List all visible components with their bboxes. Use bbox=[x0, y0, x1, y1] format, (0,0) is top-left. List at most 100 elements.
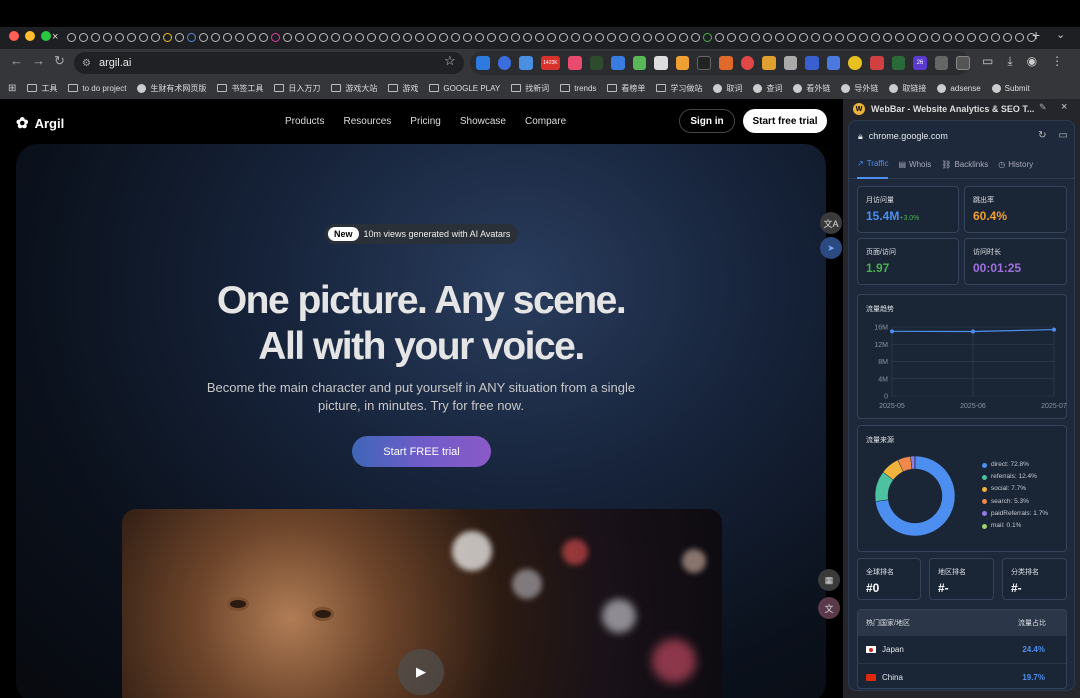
tab-favicon-icon[interactable] bbox=[427, 32, 437, 42]
forward-icon[interactable]: → bbox=[32, 53, 45, 68]
extension-icon[interactable] bbox=[632, 56, 647, 70]
tab-favicon-icon[interactable] bbox=[295, 32, 305, 42]
tab-favicon-icon[interactable] bbox=[319, 32, 329, 42]
data-point[interactable] bbox=[1052, 327, 1056, 332]
badge-extension-icon[interactable]: 1423K bbox=[540, 56, 561, 70]
tab-favicon-icon[interactable] bbox=[703, 32, 713, 42]
extension-icon[interactable] bbox=[891, 56, 906, 70]
download-icon[interactable]: ⤓ bbox=[1007, 54, 1012, 69]
tab-favicon-icon[interactable] bbox=[571, 32, 581, 42]
puzzle-icon[interactable] bbox=[934, 56, 949, 70]
tab-favicon-icon[interactable] bbox=[739, 32, 749, 42]
nav-showcase[interactable]: Showcase bbox=[460, 116, 506, 127]
extension-icon[interactable] bbox=[870, 56, 884, 70]
tab-favicon-icon[interactable] bbox=[667, 32, 677, 42]
tab-favicon-icon[interactable] bbox=[343, 32, 353, 42]
tab-favicon-icon[interactable] bbox=[619, 32, 629, 42]
tab-favicon-icon[interactable] bbox=[859, 32, 869, 42]
tab-favicon-icon[interactable] bbox=[655, 32, 665, 42]
tab-favicon-icon[interactable] bbox=[151, 32, 161, 42]
tab-favicon-icon[interactable] bbox=[535, 32, 545, 42]
tab-favicon-icon[interactable] bbox=[163, 32, 173, 42]
extension-icon[interactable] bbox=[654, 56, 668, 70]
close-tab-icon[interactable]: × bbox=[52, 31, 58, 43]
nav-pricing[interactable]: Pricing bbox=[410, 116, 441, 127]
extension-icon[interactable] bbox=[826, 56, 841, 70]
extension-icon[interactable] bbox=[783, 56, 798, 70]
translate-icon[interactable]: 文A bbox=[820, 212, 842, 234]
extension-icon[interactable] bbox=[740, 56, 755, 70]
tab-favicon-icon[interactable] bbox=[775, 32, 785, 42]
tab-favicon-icon[interactable] bbox=[355, 32, 365, 42]
tab-favicon-icon[interactable] bbox=[799, 32, 809, 42]
address-bar[interactable]: ⚙ argil.ai bbox=[74, 52, 464, 74]
nav-products[interactable]: Products bbox=[285, 116, 324, 127]
tab-favicon-icon[interactable] bbox=[895, 32, 905, 42]
extension-icon[interactable] bbox=[762, 56, 776, 70]
tab-favicon-icon[interactable] bbox=[499, 32, 509, 42]
profile-avatar[interactable]: ◉ bbox=[1027, 54, 1037, 69]
tab-favicon-icon[interactable] bbox=[883, 32, 893, 42]
tab-favicon-icon[interactable] bbox=[487, 32, 497, 42]
table-row[interactable]: Japan 24.4% bbox=[858, 636, 1066, 664]
bookmark-item[interactable]: 看外链 bbox=[793, 83, 830, 94]
site-info-icon[interactable]: ⚙ bbox=[82, 58, 91, 69]
tab-favicon-icon[interactable] bbox=[751, 32, 761, 42]
qr-icon[interactable]: ▦ bbox=[818, 569, 840, 591]
side-panel-icon[interactable] bbox=[956, 56, 970, 70]
tab-favicon-icon[interactable] bbox=[223, 32, 233, 42]
menu-icon[interactable]: ⋮ bbox=[1051, 54, 1063, 69]
bookmark-item[interactable]: 导外链 bbox=[841, 83, 878, 94]
tab-favicon-icon[interactable] bbox=[91, 32, 101, 42]
nav-compare[interactable]: Compare bbox=[525, 116, 566, 127]
bookmark-item[interactable]: Submit bbox=[991, 83, 1030, 93]
bookmark-item[interactable]: trends bbox=[560, 84, 596, 93]
tab-favicon-icon[interactable] bbox=[367, 32, 377, 42]
bookmark-item[interactable]: 工具 bbox=[27, 83, 57, 94]
tab-favicon-icon[interactable] bbox=[439, 32, 449, 42]
tab-favicon-icon[interactable] bbox=[727, 32, 737, 42]
tab-favicon-icon[interactable] bbox=[679, 32, 689, 42]
bookmark-star-icon[interactable]: ☆ bbox=[444, 53, 456, 69]
tab-favicon-icon[interactable] bbox=[907, 32, 917, 42]
tab-favicon-icon[interactable] bbox=[187, 32, 197, 42]
nav-resources[interactable]: Resources bbox=[343, 116, 391, 127]
tab-favicon-icon[interactable] bbox=[715, 32, 725, 42]
back-icon[interactable]: ← bbox=[10, 53, 23, 68]
tab-favicon-icon[interactable] bbox=[547, 32, 557, 42]
tab-favicon-icon[interactable] bbox=[403, 32, 413, 42]
tab-favicon-icon[interactable] bbox=[271, 32, 281, 42]
tab-favicon-icon[interactable] bbox=[691, 32, 701, 42]
tab-favicon-icon[interactable] bbox=[127, 32, 137, 42]
tab-favicon-icon[interactable] bbox=[103, 32, 113, 42]
bookmark-item[interactable]: 取词 bbox=[713, 83, 742, 94]
bookmark-item[interactable]: 查词 bbox=[753, 83, 782, 94]
extension-icon[interactable] bbox=[497, 56, 512, 70]
play-icon[interactable]: ▶ bbox=[398, 649, 444, 695]
bookmark-item[interactable]: 生财有术网页版 bbox=[137, 83, 206, 94]
tab-favicon-icon[interactable] bbox=[79, 32, 89, 42]
brand-logo[interactable]: ✿ Argil bbox=[16, 114, 64, 132]
pin-icon[interactable]: ✎ bbox=[1039, 102, 1047, 113]
close-icon[interactable]: × bbox=[1061, 101, 1067, 113]
bookmark-item[interactable]: 日入万刀 bbox=[274, 83, 320, 94]
extension-icon[interactable] bbox=[805, 56, 819, 70]
tab-favicon-icon[interactable] bbox=[763, 32, 773, 42]
tab-favicon-icon[interactable] bbox=[523, 32, 533, 42]
bookmark-item[interactable]: GOOGLE PLAY bbox=[429, 84, 500, 93]
tab-backlinks[interactable]: ⛓ Backlinks bbox=[941, 151, 988, 179]
reload-icon[interactable]: ↻ bbox=[54, 53, 65, 69]
extension-icon[interactable] bbox=[611, 56, 625, 70]
tab-favicon-icon[interactable] bbox=[175, 32, 185, 42]
sign-in-button[interactable]: Sign in bbox=[679, 109, 735, 133]
apps-icon[interactable]: ⊞ bbox=[8, 83, 16, 94]
tab-favicon-icon[interactable] bbox=[871, 32, 881, 42]
tab-favicon-icon[interactable] bbox=[211, 32, 221, 42]
extension-icon[interactable] bbox=[697, 56, 712, 70]
extension-icon[interactable] bbox=[568, 56, 582, 70]
tab-favicon-icon[interactable] bbox=[115, 32, 125, 42]
tab-favicon-icon[interactable] bbox=[1003, 32, 1013, 42]
tab-favicon-icon[interactable] bbox=[247, 32, 257, 42]
tab-favicon-icon[interactable] bbox=[643, 32, 653, 42]
bookmark-item[interactable]: 书签工具 bbox=[217, 83, 263, 94]
